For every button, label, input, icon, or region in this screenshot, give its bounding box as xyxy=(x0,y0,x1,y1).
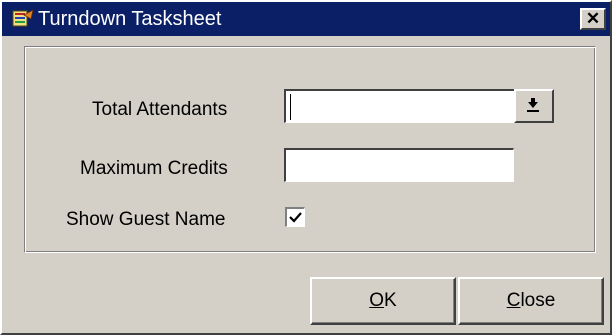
show-guest-name-label: Show Guest Name xyxy=(66,209,226,230)
window-title: Turndown Tasksheet xyxy=(38,8,222,30)
ok-label-rest: K xyxy=(384,290,397,311)
close-window-button[interactable]: ✕ xyxy=(580,8,606,30)
dropdown-arrow-icon xyxy=(527,98,539,112)
app-icon xyxy=(12,9,34,29)
ok-accesskey: O xyxy=(369,290,385,311)
total-attendants-combobox[interactable] xyxy=(284,89,515,123)
text-cursor xyxy=(290,94,291,120)
turndown-tasksheet-dialog: Turndown Tasksheet ✕ Total Attendants Ma… xyxy=(0,0,612,335)
close-icon: ✕ xyxy=(585,9,601,28)
total-attendants-dropdown-button[interactable] xyxy=(514,89,554,123)
show-guest-name-checkbox[interactable] xyxy=(285,207,305,227)
close-accesskey: C xyxy=(506,290,521,311)
maximum-credits-field[interactable] xyxy=(284,148,514,182)
title-bar[interactable]: Turndown Tasksheet ✕ xyxy=(2,2,610,36)
close-label-rest: lose xyxy=(520,290,556,311)
close-button[interactable]: Close xyxy=(458,277,604,325)
checkmark-icon xyxy=(289,212,302,223)
maximum-credits-label: Maximum Credits xyxy=(80,158,228,179)
total-attendants-label: Total Attendants xyxy=(92,99,228,120)
ok-button[interactable]: OK xyxy=(310,277,456,325)
